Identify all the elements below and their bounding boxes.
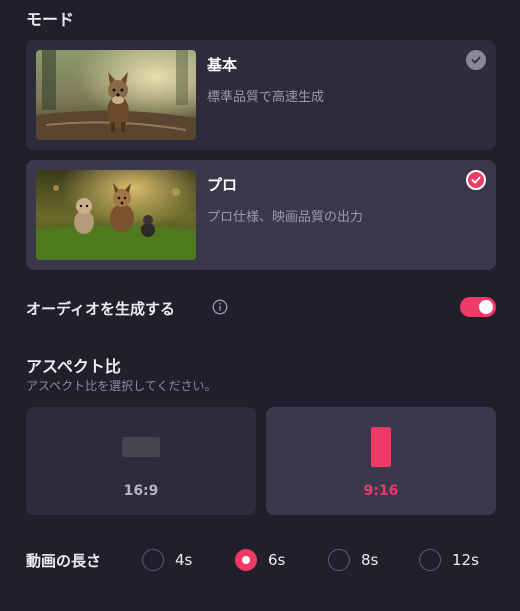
aspect-option-label: 9:16 xyxy=(363,483,399,499)
aspect-option-16-9[interactable]: 16:9 xyxy=(26,407,256,515)
basic-mode-thumbnail xyxy=(36,50,196,140)
aspect-option-label: 16:9 xyxy=(123,483,159,499)
radio-button[interactable] xyxy=(235,549,257,571)
video-duration-label: 動画の長さ xyxy=(26,552,102,570)
pro-mode-name: プロ xyxy=(207,176,238,194)
toggle-knob xyxy=(479,300,493,314)
check-circle-icon xyxy=(466,170,486,190)
aspect-ratio-subtitle: アスペクト比を選択してください。 xyxy=(26,379,217,393)
aspect-ratio-title: アスペクト比 xyxy=(26,357,121,376)
pro-mode-thumbnail xyxy=(36,170,196,260)
radio-button[interactable] xyxy=(142,549,164,571)
duration-option-label: 6s xyxy=(268,551,286,569)
info-icon[interactable] xyxy=(212,299,228,315)
duration-option-label: 4s xyxy=(175,551,193,569)
duration-option-label: 12s xyxy=(452,551,479,569)
landscape-ratio-icon xyxy=(122,437,160,457)
basic-mode-name: 基本 xyxy=(207,56,238,74)
mode-option-pro[interactable]: プロ プロ仕様、映画品質の出力 xyxy=(26,160,496,270)
aspect-option-9-16[interactable]: 9:16 xyxy=(266,407,496,515)
radio-button[interactable] xyxy=(328,549,350,571)
radio-button[interactable] xyxy=(419,549,441,571)
video-duration-row: 動画の長さ 4s 6s 8s 12s xyxy=(26,548,496,572)
audio-generation-label: オーディオを生成する xyxy=(26,300,175,318)
mode-option-basic[interactable]: 基本 標準品質で高速生成 xyxy=(26,40,496,150)
check-circle-icon xyxy=(466,50,486,70)
duration-option-label: 8s xyxy=(361,551,379,569)
mode-section-title: モード xyxy=(26,10,75,29)
basic-mode-description: 標準品質で高速生成 xyxy=(207,90,325,105)
pro-mode-description: プロ仕様、映画品質の出力 xyxy=(207,210,364,225)
audio-toggle[interactable] xyxy=(460,297,496,317)
portrait-ratio-icon xyxy=(371,427,391,467)
audio-generation-row: オーディオを生成する xyxy=(26,296,496,320)
